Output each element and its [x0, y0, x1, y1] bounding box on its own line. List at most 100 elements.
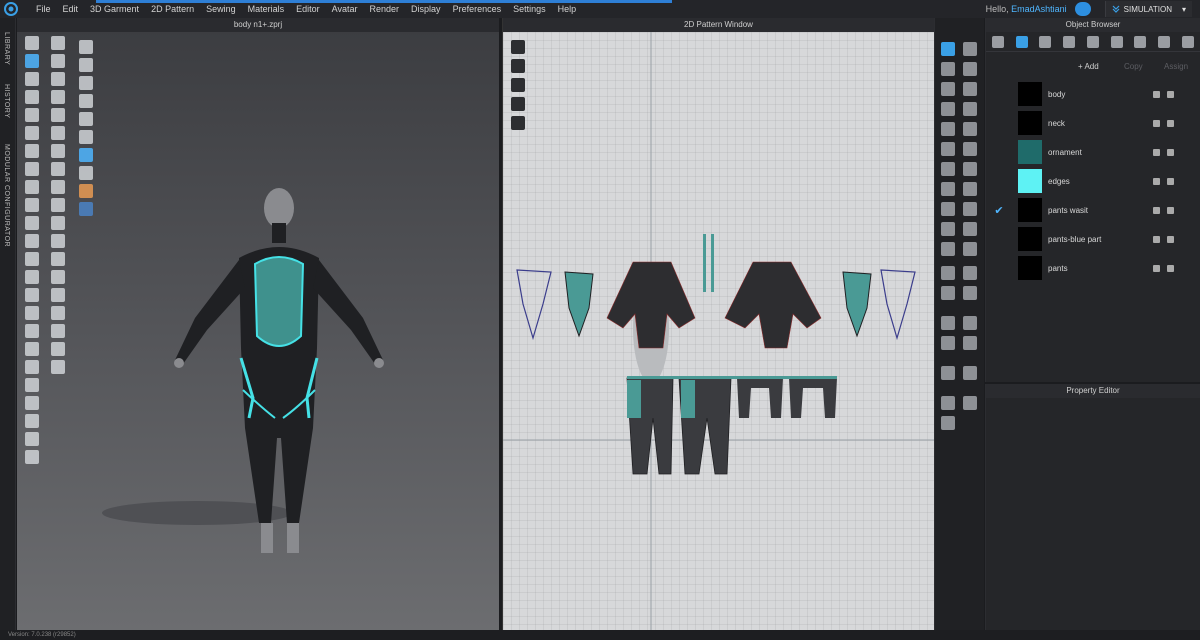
edit-sewing-icon[interactable] — [963, 162, 977, 176]
assign-fabric-button[interactable]: Assign — [1164, 62, 1188, 71]
visibility-icon[interactable] — [1153, 177, 1160, 185]
visibility-icon[interactable] — [1153, 148, 1160, 156]
tab-fabric-icon[interactable] — [1015, 35, 1028, 48]
pattern-piece-ornament-left[interactable] — [564, 271, 594, 338]
tab-texture-icon[interactable] — [1039, 35, 1052, 48]
fabric-row-pants[interactable]: pants — [986, 255, 1200, 281]
lock-icon[interactable] — [1167, 90, 1174, 98]
fabric-row-body[interactable]: body — [986, 81, 1200, 107]
text-tool-icon[interactable] — [941, 316, 955, 330]
grid-pattern-icon[interactable] — [941, 366, 955, 380]
graphic-transform-icon[interactable] — [963, 222, 977, 236]
dart-tool-icon[interactable] — [941, 102, 955, 116]
annotation-icon[interactable] — [963, 316, 977, 330]
text-edit-icon[interactable] — [941, 336, 955, 350]
polygon-tool-icon[interactable] — [941, 62, 955, 76]
button-2d-icon[interactable] — [963, 366, 977, 380]
tab-zipper-icon[interactable] — [1134, 35, 1147, 48]
pattern-piece-pants-blue-2[interactable] — [681, 380, 695, 418]
pattern-piece-front-body[interactable] — [606, 261, 696, 349]
rail-tab-modular-configurator[interactable]: MODULAR CONFIGURATOR — [3, 144, 10, 247]
rail-tab-history[interactable]: HISTORY — [3, 84, 10, 118]
check-icon[interactable]: ✔ — [986, 204, 1012, 217]
dimension-tool-icon[interactable] — [963, 266, 977, 280]
pattern-waist-band[interactable] — [627, 376, 837, 379]
fold-arrangement-icon[interactable] — [941, 182, 955, 196]
free-sewing-icon[interactable] — [963, 142, 977, 156]
tab-topstitch-icon[interactable] — [1110, 35, 1123, 48]
graphic-2d-icon[interactable] — [941, 222, 955, 236]
pattern-piece-edge-left[interactable] — [516, 269, 552, 341]
fabric-swatch-ornament[interactable] — [1018, 140, 1042, 164]
zipper-2d-icon[interactable] — [941, 396, 955, 410]
select-pattern-icon[interactable] — [941, 42, 955, 56]
menu-edit[interactable]: Edit — [57, 0, 85, 18]
seam-allowance-icon[interactable] — [963, 122, 977, 136]
fabric-swatch-pants-wasit[interactable] — [1018, 198, 1042, 222]
lock-icon[interactable] — [1167, 148, 1174, 156]
fabric-row-neck[interactable]: neck — [986, 110, 1200, 136]
tack-2d-icon[interactable] — [963, 182, 977, 196]
segment-sewing-icon[interactable] — [941, 142, 955, 156]
pattern-piece-edge-right[interactable] — [880, 269, 916, 341]
segment-topstitch-icon[interactable] — [963, 242, 977, 256]
ruler-2d-icon[interactable] — [941, 286, 955, 300]
visibility-icon[interactable] — [1153, 119, 1160, 127]
edit-pattern-icon[interactable] — [511, 40, 525, 54]
texture-edit-icon[interactable] — [941, 202, 955, 216]
pattern-piece-ornament-right[interactable] — [842, 271, 872, 338]
fabric-2d-icon[interactable] — [963, 396, 977, 410]
visibility-icon[interactable] — [1153, 90, 1160, 98]
circle-tool-icon[interactable] — [941, 82, 955, 96]
edit-point-icon[interactable] — [963, 42, 977, 56]
visibility-icon[interactable] — [1153, 235, 1160, 243]
pattern-piece-waist-1[interactable] — [737, 378, 783, 418]
rail-tab-library[interactable]: LIBRARY — [3, 32, 10, 65]
pattern-piece-strip-1[interactable] — [703, 234, 706, 292]
lock-icon[interactable] — [1167, 206, 1174, 214]
fabric-row-pants-wasit[interactable]: ✔ pants wasit — [986, 197, 1200, 223]
avatar-2d-icon[interactable] — [941, 416, 955, 430]
texture-transform-icon[interactable] — [963, 202, 977, 216]
fabric-row-edges[interactable]: edges — [986, 168, 1200, 194]
visibility-icon[interactable] — [1153, 264, 1160, 272]
ruler-tool-icon[interactable] — [941, 266, 955, 280]
app-logo-icon[interactable] — [0, 0, 22, 18]
lock-icon[interactable] — [1167, 235, 1174, 243]
2d-pattern-window[interactable]: 2D Pattern Window — [502, 18, 935, 630]
internal-polygon-icon[interactable] — [963, 82, 977, 96]
tab-button-icon[interactable] — [1063, 35, 1076, 48]
tab-trim-icon[interactable] — [1158, 35, 1171, 48]
fabric-swatch-pants-blue-part[interactable] — [1018, 227, 1042, 251]
shirring-2d-icon[interactable] — [963, 336, 977, 350]
visibility-icon[interactable] — [1153, 206, 1160, 214]
lock-icon[interactable] — [1167, 177, 1174, 185]
fabric-row-pants-blue-part[interactable]: pants-blue part — [986, 226, 1200, 252]
notch-tool-icon[interactable] — [941, 122, 955, 136]
dimension-2d-icon[interactable] — [963, 286, 977, 300]
pattern-piece-back-body[interactable] — [724, 261, 822, 349]
fabric-swatch-neck[interactable] — [1018, 111, 1042, 135]
tab-scene-icon[interactable] — [991, 35, 1004, 48]
trace-pattern-icon[interactable] — [963, 102, 977, 116]
topstitch-2d-icon[interactable] — [941, 242, 955, 256]
simulation-mode-dropdown[interactable]: SIMULATION ▾ — [1104, 1, 1192, 17]
tab-buttonhole-icon[interactable] — [1086, 35, 1099, 48]
add-point-icon[interactable] — [511, 97, 525, 111]
username[interactable]: EmadAshtiani — [1011, 4, 1067, 14]
pattern-piece-strip-2[interactable] — [711, 234, 714, 292]
add-fabric-button[interactable]: + Add — [1078, 62, 1099, 71]
pattern-piece-pants-blue-1[interactable] — [627, 380, 641, 418]
lock-icon[interactable] — [1167, 119, 1174, 127]
fabric-swatch-body[interactable] — [1018, 82, 1042, 106]
copy-fabric-button[interactable]: Copy — [1124, 62, 1143, 71]
check-sewing-icon[interactable] — [941, 162, 955, 176]
3d-viewport[interactable]: body n1+.zprj — [17, 18, 499, 630]
avatar-figure[interactable] — [17, 18, 499, 630]
menu-file[interactable]: File — [30, 0, 57, 18]
transform-pattern-icon[interactable] — [511, 59, 525, 73]
edit-curve-icon[interactable] — [511, 78, 525, 92]
fabric-swatch-edges[interactable] — [1018, 169, 1042, 193]
cloud-icon[interactable] — [1074, 2, 1091, 16]
lock-pattern-icon[interactable] — [511, 116, 525, 130]
